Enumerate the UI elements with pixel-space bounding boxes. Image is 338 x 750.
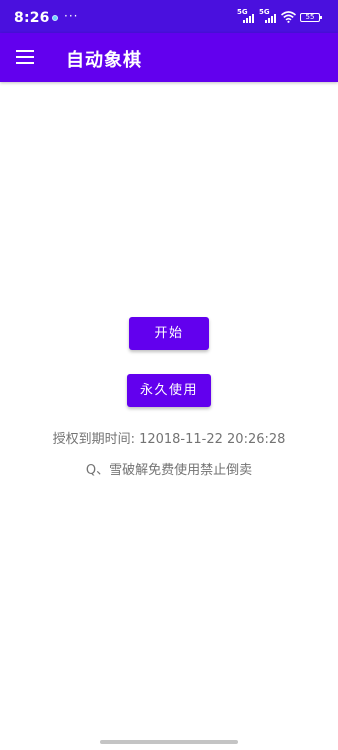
wifi-icon bbox=[281, 11, 296, 23]
signal-icon: 5G bbox=[237, 8, 255, 24]
menu-icon[interactable] bbox=[16, 49, 34, 65]
signal-icon-secondary: 5G bbox=[259, 8, 277, 24]
status-time: 8:26 bbox=[14, 10, 50, 26]
expiry-text: 授权到期时间: 12018-11-22 20:26:28 bbox=[52, 432, 286, 447]
permanent-use-button[interactable]: 永久使用 bbox=[127, 374, 211, 407]
battery-icon: 55 bbox=[300, 12, 322, 22]
status-more-indicator: ··· bbox=[64, 9, 79, 23]
notification-dot-icon bbox=[52, 15, 58, 21]
status-bar: 8:26 ··· 5G 5G 55 bbox=[0, 0, 338, 33]
start-button[interactable]: 开始 bbox=[129, 317, 209, 350]
status-icons: 5G 5G 55 bbox=[237, 8, 322, 24]
screen: 8:26 ··· 5G 5G 55 自动象棋 开始 永久使用 授权到期时间: 1… bbox=[0, 0, 338, 750]
app-title: 自动象棋 bbox=[66, 50, 142, 71]
gesture-bar[interactable] bbox=[100, 740, 238, 744]
app-bar: 自动象棋 bbox=[0, 33, 338, 82]
notice-text: Q、雪破解免费使用禁止倒卖 bbox=[85, 463, 253, 478]
